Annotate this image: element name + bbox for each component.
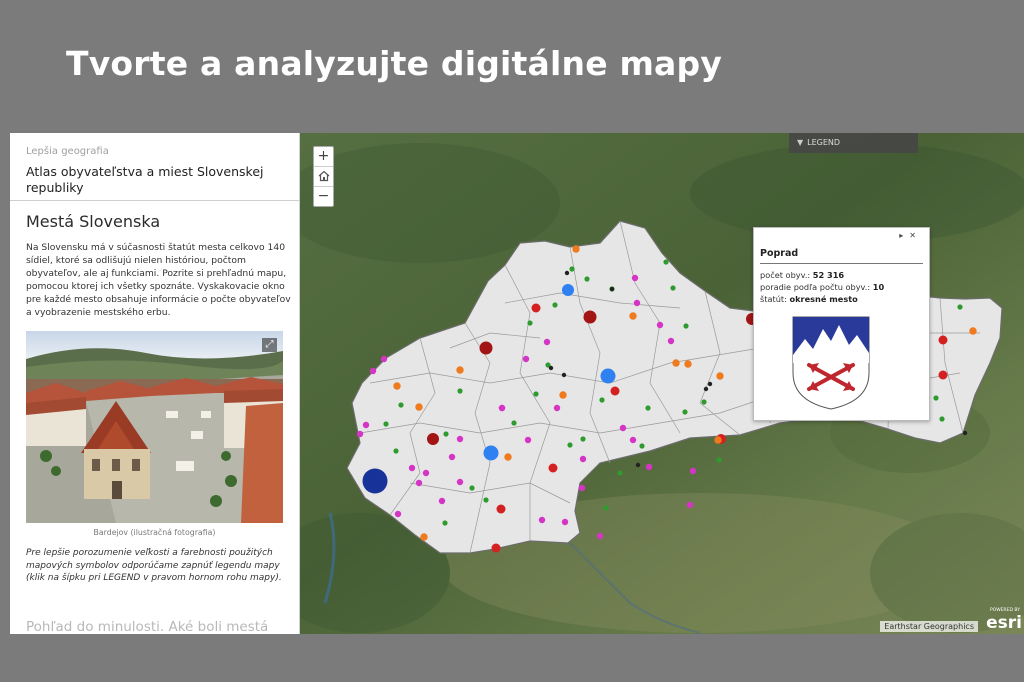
close-icon[interactable]: ✕ [909,231,922,240]
brand-label[interactable]: Lepšia geografia [26,146,109,157]
city-popup: ▸✕ Poprad počet obyv.: 52 316 poradie po… [753,227,930,421]
popup-row: poradie podľa počtu obyv.: 10 [760,282,885,292]
zoom-out-button[interactable]: − [314,187,333,206]
map-attribution: Earthstar Geographics [880,621,978,632]
esri-logo[interactable]: POWERED BY esri [986,608,1022,633]
popup-title: Poprad [760,248,799,259]
map-view[interactable]: + − ▼ LEGEND ▸✕ Poprad počet obyv.: 52 31… [300,133,1024,634]
popup-controls: ▸✕ [899,231,922,240]
bardejov-photo: ⤢ [26,331,283,523]
popup-attributes: počet obyv.: 52 316 poradie podľa počtu … [760,269,884,305]
home-button[interactable] [314,167,333,187]
legend-note: Pre lepšie porozumenie veľkosti a farebn… [26,548,282,583]
legend-label: LEGEND [807,138,841,147]
zoom-control: + − [313,146,334,207]
zoom-in-button[interactable]: + [314,147,333,167]
popup-row: štatút: okresné mesto [760,294,858,304]
intro-paragraph: Na Slovensku má v súčasnosti štatút mest… [26,242,291,318]
story-map-app: Lepšia geografia Atlas obyvateľstva a mi… [10,133,1024,634]
story-title: Atlas obyvateľstva a miest Slovenskej re… [26,164,264,195]
popup-divider [760,263,923,264]
slide-title: Tvorte a analyzujte digitálne mapy [66,44,723,83]
esri-powered-label: POWERED BY [989,608,1020,613]
side-panel: Lepšia geografia Atlas obyvateľstva a mi… [10,133,300,634]
popup-row: počet obyv.: 52 316 [760,270,845,280]
expand-image-icon[interactable]: ⤢ [262,338,277,352]
maximize-icon[interactable]: ▸ [899,231,909,240]
legend-toggle[interactable]: ▼ LEGEND [789,133,918,153]
next-section-heading[interactable]: Pohľad do minulosti. Aké boli mestá [26,619,268,634]
city-coat-of-arms [792,316,870,410]
home-icon [318,170,329,182]
image-caption: Bardejov (ilustračná fotografia) [93,528,216,537]
section-heading: Mestá Slovenska [26,212,161,231]
chevron-down-icon: ▼ [797,138,804,147]
divider [10,200,299,201]
